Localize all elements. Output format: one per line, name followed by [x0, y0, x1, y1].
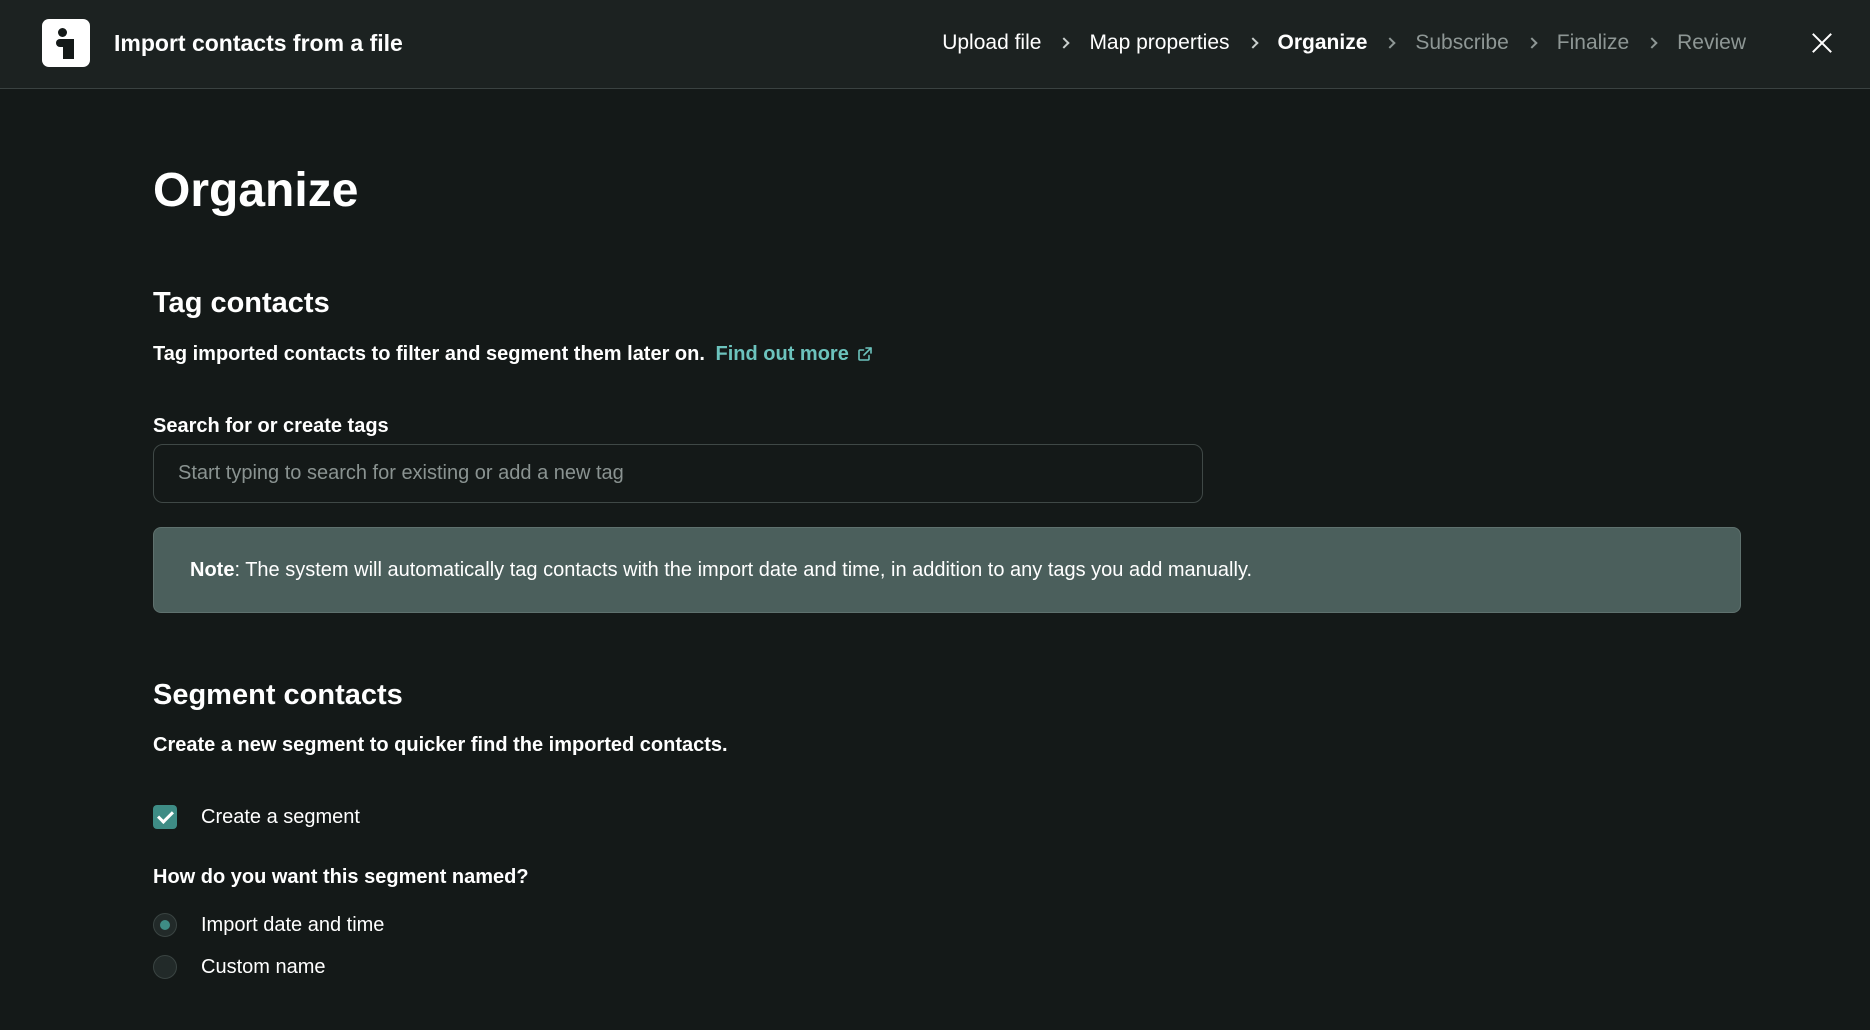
step-subscribe: Subscribe — [1415, 31, 1509, 54]
page-title: Organize — [153, 164, 359, 217]
create-segment-checkbox-row[interactable]: Create a segment — [153, 802, 360, 832]
create-segment-checkbox[interactable] — [153, 805, 177, 829]
chevron-right-icon — [1384, 37, 1397, 49]
tag-contacts-heading: Tag contacts — [153, 287, 330, 319]
find-out-more-label: Find out more — [715, 343, 849, 365]
close-icon[interactable] — [1808, 29, 1836, 57]
step-finalize: Finalize — [1556, 31, 1630, 54]
tag-search-label: Search for or create tags — [153, 415, 389, 437]
segment-naming-question: How do you want this segment named? — [153, 866, 529, 888]
chevron-right-icon — [1646, 37, 1658, 49]
custom-name-radio[interactable] — [153, 955, 177, 979]
app-logo-icon — [42, 19, 90, 67]
top-bar: Import contacts from a file Upload file … — [0, 0, 1870, 89]
tag-search-input[interactable] — [153, 444, 1203, 503]
note-text: : The system will automatically tag cont… — [234, 558, 1253, 581]
import-steps-breadcrumb: Upload file Map properties Organize Subs… — [942, 28, 1746, 58]
segment-contacts-heading: Segment contacts — [153, 679, 403, 711]
find-out-more-link[interactable]: Find out more — [716, 343, 873, 365]
custom-name-label: Custom name — [201, 956, 326, 978]
create-segment-label: Create a segment — [201, 806, 360, 828]
app-title: Import contacts from a file — [114, 30, 403, 56]
auto-tag-note: Note: The system will automatically tag … — [153, 527, 1741, 613]
segment-contacts-description: Create a new segment to quicker find the… — [153, 734, 728, 756]
naming-option-custom-name[interactable]: Custom name — [153, 952, 326, 982]
step-upload-file[interactable]: Upload file — [942, 28, 1041, 58]
step-map-properties[interactable]: Map properties — [1089, 28, 1229, 58]
chevron-right-icon — [1526, 37, 1538, 49]
chevron-right-icon — [1246, 37, 1259, 49]
external-link-icon — [858, 347, 872, 361]
tag-contacts-description: Tag imported contacts to filter and segm… — [153, 340, 873, 368]
step-organize: Organize — [1277, 31, 1368, 54]
import-date-label: Import date and time — [201, 914, 385, 936]
tag-description-text: Tag imported contacts to filter and segm… — [153, 343, 705, 365]
naming-option-import-date[interactable]: Import date and time — [153, 910, 384, 940]
import-date-radio[interactable] — [153, 913, 177, 937]
step-review: Review — [1677, 31, 1746, 54]
chevron-right-icon — [1058, 37, 1071, 49]
note-label: Note — [190, 558, 235, 581]
